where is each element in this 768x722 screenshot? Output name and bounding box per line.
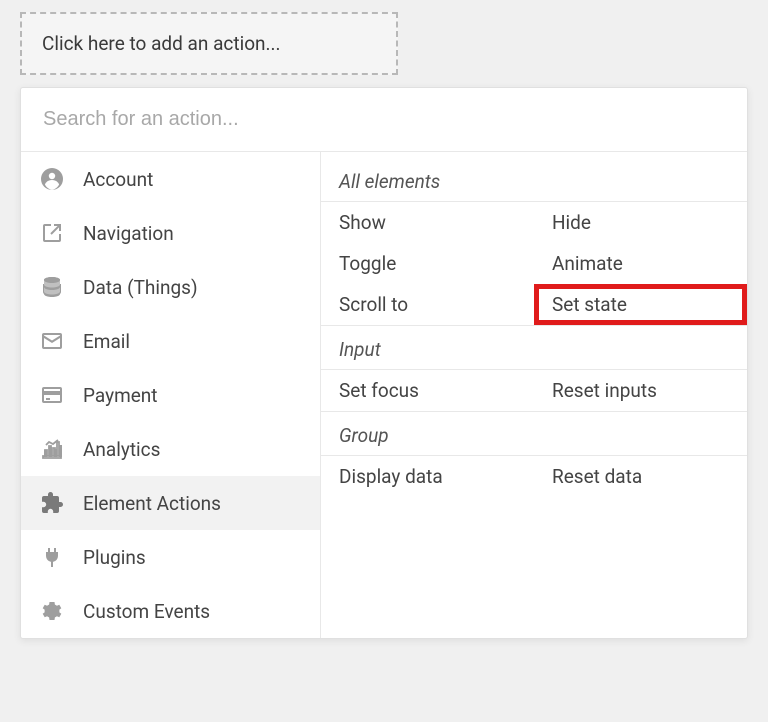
mail-icon xyxy=(39,328,65,354)
credit-card-icon xyxy=(39,382,65,408)
dropdown-columns: Account Navigation Data (Things) xyxy=(21,151,747,638)
action-set-state[interactable]: Set state xyxy=(534,284,747,325)
section-title: All elements xyxy=(321,162,747,201)
action-animate[interactable]: Animate xyxy=(534,243,747,284)
category-email[interactable]: Email xyxy=(21,314,320,368)
actions-grid: Show Hide Toggle Animate Scroll to Set s… xyxy=(321,201,747,326)
category-label: Analytics xyxy=(83,438,160,461)
category-label: Element Actions xyxy=(83,492,221,515)
action-set-focus[interactable]: Set focus xyxy=(321,370,534,411)
category-plugins[interactable]: Plugins xyxy=(21,530,320,584)
section-all-elements: All elements Show Hide Toggle Animate Sc… xyxy=(321,162,747,326)
action-show[interactable]: Show xyxy=(321,202,534,243)
action-reset-inputs[interactable]: Reset inputs xyxy=(534,370,747,411)
actions-panel: All elements Show Hide Toggle Animate Sc… xyxy=(321,152,747,638)
section-title: Input xyxy=(321,330,747,369)
category-payment[interactable]: Payment xyxy=(21,368,320,422)
action-display-data[interactable]: Display data xyxy=(321,456,534,497)
user-circle-icon xyxy=(39,166,65,192)
action-hide[interactable]: Hide xyxy=(534,202,747,243)
actions-grid: Set focus Reset inputs xyxy=(321,369,747,412)
section-input: Input Set focus Reset inputs xyxy=(321,330,747,412)
plug-icon xyxy=(39,544,65,570)
chart-icon xyxy=(39,436,65,462)
action-reset-data[interactable]: Reset data xyxy=(534,456,747,497)
external-link-icon xyxy=(39,220,65,246)
database-icon xyxy=(39,274,65,300)
section-group: Group Display data Reset data xyxy=(321,416,747,497)
category-label: Data (Things) xyxy=(83,276,198,299)
puzzle-icon xyxy=(39,490,65,516)
action-dropdown-panel: Account Navigation Data (Things) xyxy=(20,87,748,639)
category-label: Navigation xyxy=(83,222,174,245)
category-label: Payment xyxy=(83,384,158,407)
category-account[interactable]: Account xyxy=(21,152,320,206)
category-analytics[interactable]: Analytics xyxy=(21,422,320,476)
category-label: Email xyxy=(83,330,130,353)
actions-grid: Display data Reset data xyxy=(321,455,747,497)
category-custom-events[interactable]: Custom Events xyxy=(21,584,320,638)
add-action-prompt[interactable]: Click here to add an action... xyxy=(20,12,398,75)
category-element-actions[interactable]: Element Actions xyxy=(21,476,320,530)
gears-icon xyxy=(39,598,65,624)
category-list: Account Navigation Data (Things) xyxy=(21,152,321,638)
add-action-prompt-text: Click here to add an action... xyxy=(42,32,281,55)
search-input[interactable] xyxy=(43,108,725,131)
category-label: Custom Events xyxy=(83,600,210,623)
search-row xyxy=(21,88,747,151)
action-scroll-to[interactable]: Scroll to xyxy=(321,284,534,325)
category-data[interactable]: Data (Things) xyxy=(21,260,320,314)
category-label: Plugins xyxy=(83,546,146,569)
category-navigation[interactable]: Navigation xyxy=(21,206,320,260)
action-toggle[interactable]: Toggle xyxy=(321,243,534,284)
category-label: Account xyxy=(83,168,153,191)
section-title: Group xyxy=(321,416,747,455)
